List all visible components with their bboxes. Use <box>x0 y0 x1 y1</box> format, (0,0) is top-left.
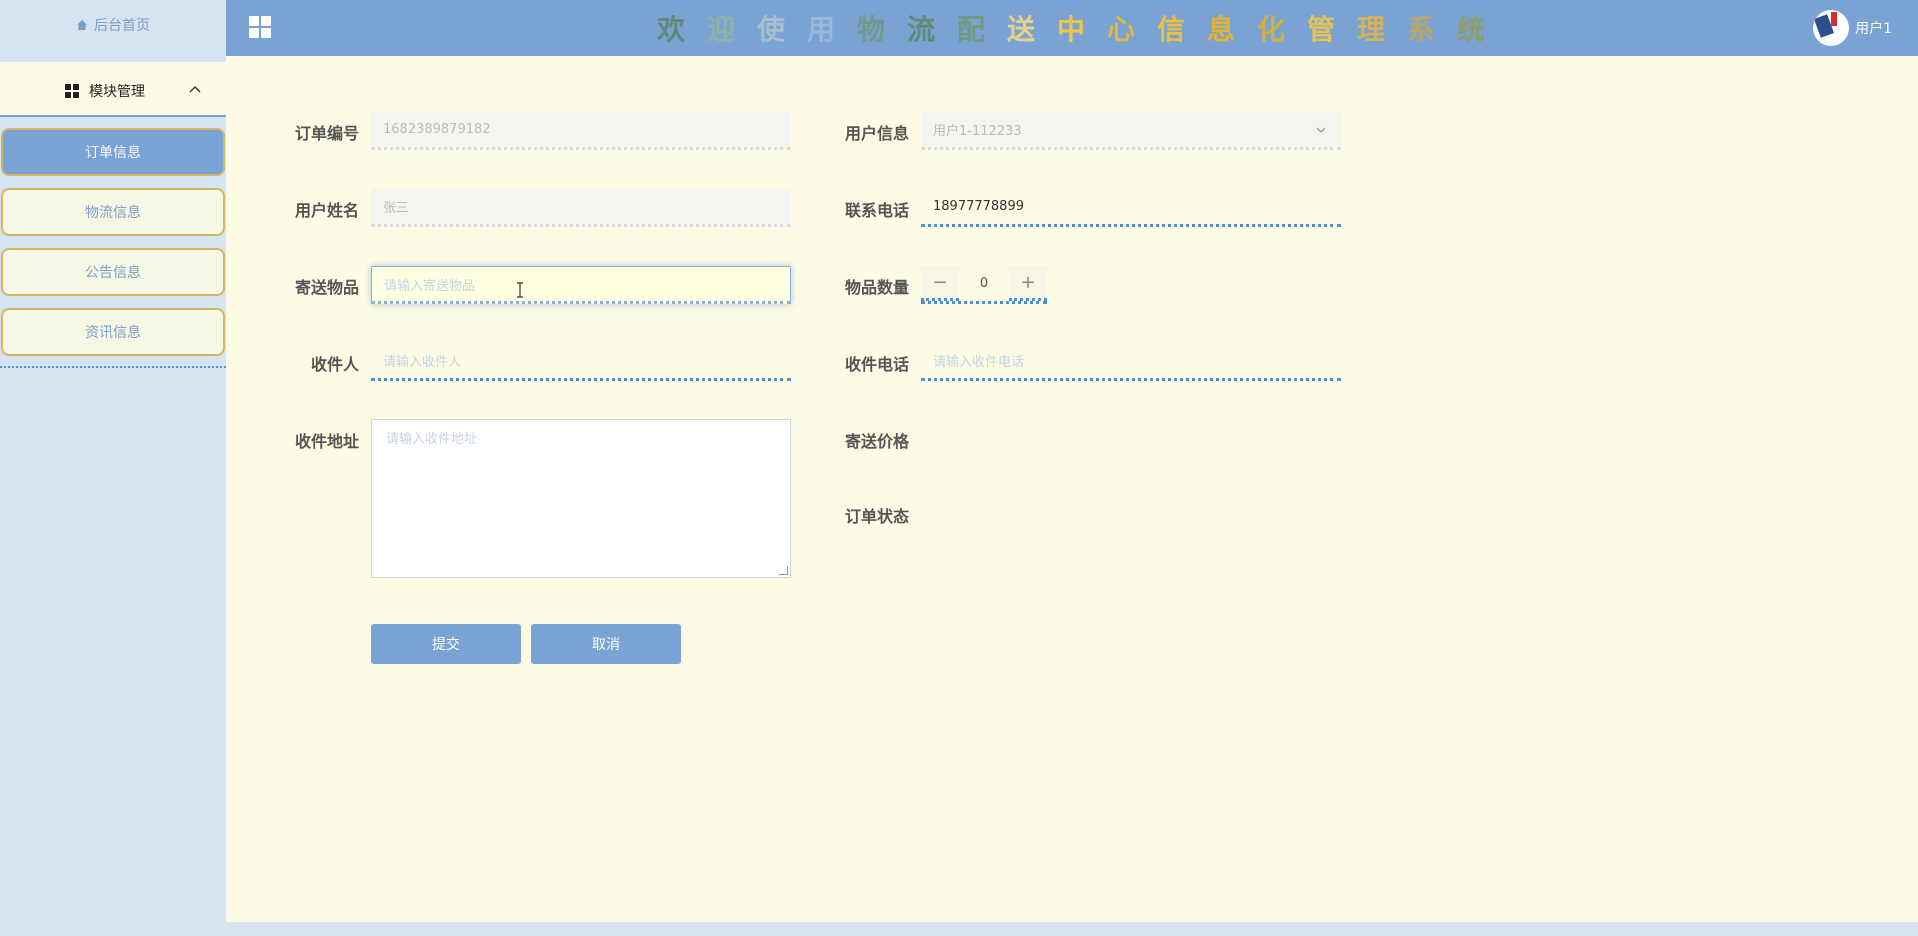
welcome-char: 配 <box>956 13 985 46</box>
increment-button[interactable]: + <box>1009 266 1047 301</box>
home-label: 后台首页 <box>94 18 150 34</box>
address-placeholder: 请输入收件地址 <box>386 432 478 447</box>
user-name: 用户1 <box>1855 21 1892 37</box>
welcome-char: 息 <box>1206 13 1235 46</box>
order-no-label: 订单编号 <box>294 124 359 143</box>
receiver-input[interactable]: 请输入收件人 <box>371 343 791 381</box>
address-textarea[interactable]: 请输入收件地址 <box>371 419 791 578</box>
order-no-value: 1682389879182 <box>383 122 491 137</box>
item-placeholder: 请输入寄送物品 <box>384 278 476 294</box>
user-info-value: 用户1-112233 <box>933 124 1022 139</box>
welcome-char: 用 <box>806 13 835 46</box>
top-bar: 欢迎使用物流配送中心信息化管理系统 用户1 <box>226 0 1918 56</box>
welcome-char: 物 <box>856 13 885 46</box>
welcome-char: 信 <box>1156 13 1185 46</box>
sidebar-item-order-info[interactable]: 订单信息 <box>1 128 225 176</box>
receiver-phone-label: 收件电话 <box>844 355 909 374</box>
item-input[interactable]: 请输入寄送物品 <box>371 266 791 304</box>
order-no-field: 1682389879182 <box>371 112 791 150</box>
module-management-toggle[interactable]: 模块管理 <box>0 62 226 117</box>
welcome-char: 心 <box>1106 13 1135 46</box>
welcome-char: 理 <box>1356 13 1385 46</box>
user-name-field: 张三 <box>371 189 791 227</box>
welcome-char: 系 <box>1406 13 1435 46</box>
quantity-value: 0 <box>979 276 989 291</box>
order-form: 订单编号 1682389879182 用户信息 用户1-112233 用户姓名 … <box>226 56 1918 922</box>
phone-value: 18977778899 <box>933 199 1024 214</box>
sidebar-item-label: 物流信息 <box>85 205 141 221</box>
item-label: 寄送物品 <box>294 278 359 297</box>
status-label: 订单状态 <box>844 507 909 526</box>
phone-input[interactable]: 18977778899 <box>921 189 1341 227</box>
price-label: 寄送价格 <box>844 432 909 451</box>
decrement-button[interactable]: − <box>921 266 959 301</box>
receiver-label: 收件人 <box>310 355 359 374</box>
sidebar-item-label: 资讯信息 <box>85 325 141 341</box>
welcome-char: 使 <box>756 13 785 46</box>
user-info-label: 用户信息 <box>844 124 909 143</box>
welcome-char: 中 <box>1056 13 1085 46</box>
sidebar-item-logistics-info[interactable]: 物流信息 <box>1 188 225 236</box>
welcome-char: 迎 <box>706 13 735 46</box>
sidebar-item-label: 公告信息 <box>85 265 141 281</box>
user-name-value: 张三 <box>383 201 410 216</box>
avatar <box>1813 10 1850 46</box>
sidebar-divider <box>0 366 226 368</box>
quantity-label: 物品数量 <box>844 278 909 297</box>
chevron-down-icon <box>1316 127 1326 133</box>
welcome-char: 统 <box>1456 13 1485 46</box>
submit-button[interactable]: 提交 <box>371 624 521 664</box>
receiver-phone-input[interactable]: 请输入收件电话 <box>921 343 1341 381</box>
welcome-title: 欢迎使用物流配送中心信息化管理系统 <box>646 6 1496 50</box>
welcome-char: 化 <box>1256 13 1285 46</box>
chevron-up-icon <box>189 86 201 93</box>
quantity-stepper[interactable]: − 0 + <box>921 266 1047 304</box>
module-title: 模块管理 <box>89 84 145 100</box>
grid-icon <box>65 84 79 98</box>
text-cursor-icon <box>517 282 523 298</box>
phone-label: 联系电话 <box>844 201 909 220</box>
welcome-char: 管 <box>1306 13 1335 46</box>
home-link[interactable]: 后台首页 <box>0 0 226 50</box>
user-name-label: 用户姓名 <box>294 201 359 220</box>
sidebar-item-announcement-info[interactable]: 公告信息 <box>1 248 225 296</box>
user-info-select[interactable]: 用户1-112233 <box>921 112 1341 150</box>
welcome-char: 流 <box>906 13 935 46</box>
sidebar: 后台首页 模块管理 订单信息 物流信息 公告信息 资讯信息 <box>0 0 226 936</box>
sidebar-item-label: 订单信息 <box>85 145 141 161</box>
welcome-char: 欢 <box>656 13 685 46</box>
bottom-strip <box>226 922 1918 936</box>
sidebar-item-news-info[interactable]: 资讯信息 <box>1 308 225 356</box>
user-menu[interactable]: 用户1 <box>1813 6 1892 50</box>
home-icon <box>77 20 87 30</box>
receiver-phone-placeholder: 请输入收件电话 <box>933 355 1025 370</box>
apps-grid-icon[interactable] <box>249 16 271 38</box>
welcome-char: 送 <box>1006 13 1035 46</box>
address-label: 收件地址 <box>294 432 359 451</box>
cancel-button[interactable]: 取消 <box>531 624 681 664</box>
resize-handle[interactable] <box>779 566 788 575</box>
receiver-placeholder: 请输入收件人 <box>383 355 462 370</box>
